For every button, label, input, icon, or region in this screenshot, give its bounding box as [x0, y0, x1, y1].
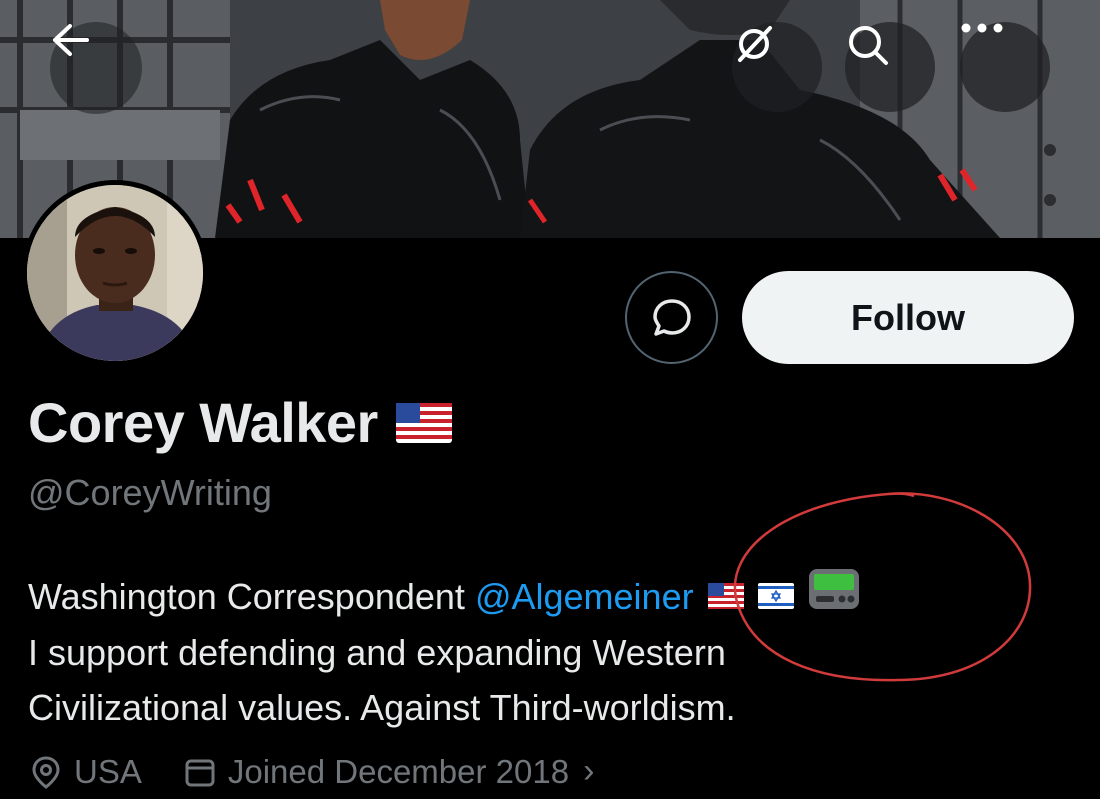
bio-line-1: Washington Correspondent @Algemeiner — [28, 568, 1088, 625]
location-text: USA — [74, 752, 142, 790]
us-flag-emoji — [707, 569, 744, 624]
profile-bio: Washington Correspondent @Algemeiner I s… — [28, 568, 1088, 735]
profile-avatar[interactable] — [22, 180, 208, 366]
message-button[interactable] — [625, 271, 718, 364]
join-date-text: Joined December 2018 — [227, 752, 570, 790]
more-options-button[interactable] — [960, 22, 1050, 112]
bio-line-2: I support defending and expanding Wester… — [28, 632, 726, 673]
more-dots-icon — [961, 23, 1003, 33]
grok-button[interactable] — [732, 22, 822, 112]
user-handle: @CoreyWriting — [28, 472, 272, 513]
arrow-left-icon — [53, 24, 89, 56]
follow-button[interactable]: Follow — [742, 271, 1074, 364]
search-icon — [849, 26, 888, 65]
mention-link[interactable]: @Algemeiner — [475, 569, 694, 624]
bio-text: Washington Correspondent — [28, 576, 475, 617]
chevron-right-icon: › — [583, 752, 595, 790]
israel-flag-emoji — [757, 569, 794, 624]
bio-line-3: Civilizational values. Against Third-wor… — [28, 687, 736, 728]
join-date[interactable]: Joined December 2018 › — [184, 752, 595, 791]
location: USA — [30, 753, 142, 791]
search-button[interactable] — [845, 22, 935, 112]
us-flag-emoji — [395, 402, 452, 443]
display-name: Corey Walker — [28, 391, 378, 454]
avatar-photo — [27, 185, 203, 361]
profile-meta: USA Joined December 2018 › — [30, 752, 594, 791]
location-pin-icon — [32, 755, 60, 789]
calendar-icon — [185, 759, 215, 786]
name-row: Corey Walker — [28, 390, 452, 455]
back-button[interactable] — [50, 22, 142, 114]
message-bubble-icon — [652, 298, 691, 336]
pager-emoji — [808, 568, 860, 625]
slashed-circle-icon — [738, 26, 772, 62]
